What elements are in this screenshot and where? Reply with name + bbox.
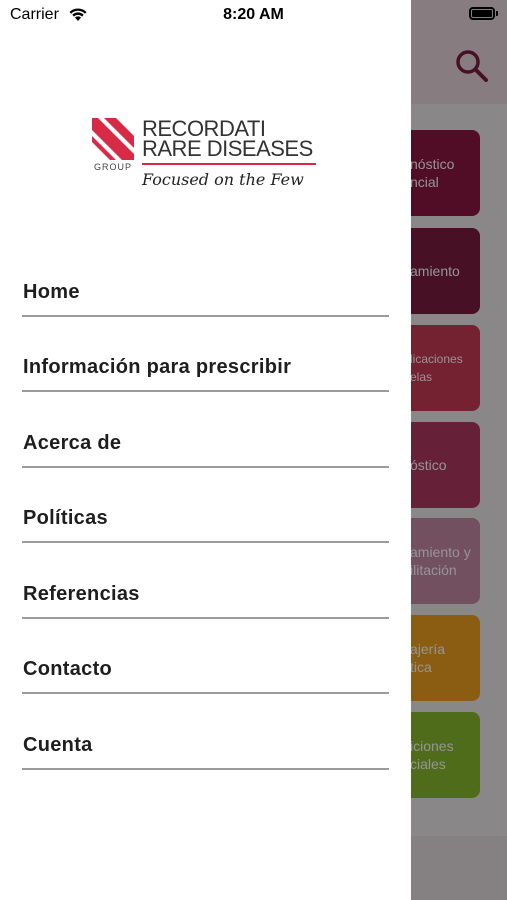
menu-item-references[interactable]: Referencias [22,543,389,619]
drawer-menu: Home Información para prescribir Acerca … [22,241,389,770]
menu-item-label: Referencias [23,582,140,605]
brand-tagline: Focused on the Few [142,170,304,189]
brand-rule [142,163,316,165]
menu-item-label: Cuenta [23,733,93,756]
menu-item-about[interactable]: Acerca de [22,392,389,468]
status-bar: Carrier 8:20 AM [0,0,507,32]
menu-item-account[interactable]: Cuenta [22,694,389,770]
brand-name-line2: RARE DISEASES [142,136,313,161]
menu-item-policies[interactable]: Políticas [22,468,389,543]
menu-item-label: Contacto [23,658,113,680]
brand-group-label: GROUP [94,162,133,172]
battery-tip [496,11,498,16]
menu-item-label: Políticas [23,507,108,529]
brand-logo: RECORDATI RARE DISEASES GROUP Focused on… [92,116,332,196]
menu-item-label: Acerca de [23,431,122,454]
menu-item-label: Información para prescribir [23,356,292,378]
menu-item-label: Home [23,280,80,303]
menu-item-prescribing-info[interactable]: Información para prescribir [22,317,389,392]
side-drawer: RECORDATI RARE DISEASES GROUP Focused on… [0,0,411,900]
clock: 8:20 AM [223,6,284,23]
menu-item-contact[interactable]: Contacto [22,619,389,694]
menu-item-home[interactable]: Home [22,241,389,317]
brand-mark-icon [92,118,134,160]
battery-icon [469,7,495,20]
